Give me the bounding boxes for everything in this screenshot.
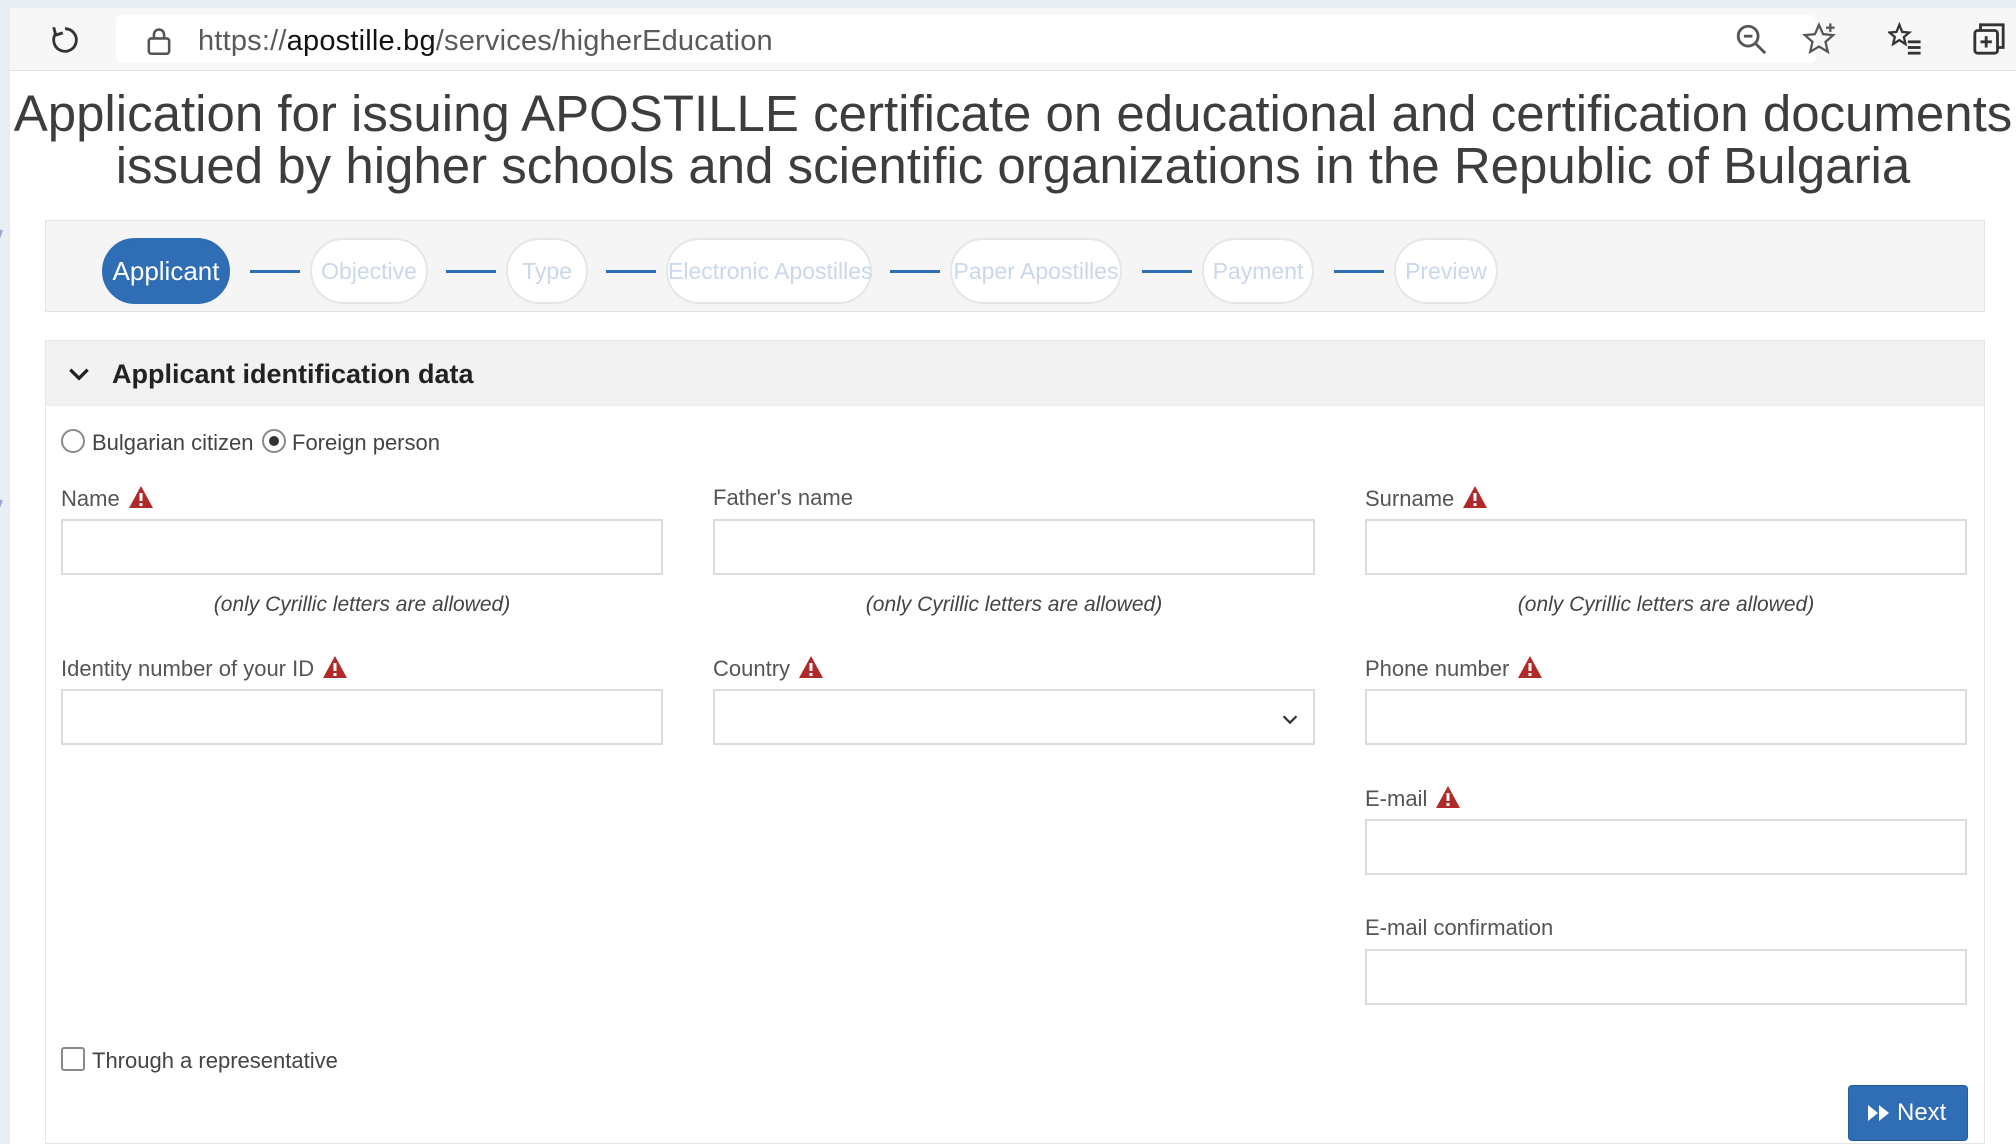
surname-field[interactable] [1365, 519, 1967, 575]
fathers-name-label: Father's name [713, 485, 853, 510]
next-button[interactable]: Next [1848, 1085, 1968, 1141]
panel-title: Applicant identification data [112, 359, 474, 389]
step-connector [890, 270, 940, 273]
url-prefix: https:// [198, 25, 287, 57]
surname-label: Surname [1365, 485, 1488, 512]
url-host: apostille.bg [286, 25, 436, 57]
step-connector [1142, 270, 1192, 273]
warning-icon [323, 656, 348, 678]
panel-header[interactable]: Applicant identification data [46, 341, 1984, 406]
applicant-identification-panel: Applicant identification data Bulgarian … [45, 340, 1985, 1144]
step-objective[interactable]: Objective [310, 238, 428, 304]
zoom-icon[interactable] [1734, 22, 1768, 56]
warning-icon [1463, 486, 1488, 508]
country-label: Country [713, 655, 824, 682]
url-text: https://apostille.bg/services/higherEduc… [198, 25, 773, 58]
radio-label-bulgarian-citizen[interactable]: Bulgarian citizen [92, 430, 253, 456]
step-connector [446, 270, 496, 273]
url-path: /services/higherEducation [435, 25, 773, 57]
decorative-line [0, 499, 3, 585]
star-icon[interactable] [1802, 22, 1836, 56]
fathers-name-field[interactable] [713, 519, 1315, 575]
name-label: Name [61, 485, 154, 512]
decorative-line [0, 229, 3, 353]
warning-icon [1518, 656, 1543, 678]
reload-icon[interactable] [48, 23, 82, 57]
email-confirmation-field[interactable] [1365, 949, 1967, 1005]
warning-icon [128, 486, 153, 508]
next-button-label: Next [1897, 1099, 1947, 1126]
step-applicant[interactable]: Applicant [102, 238, 230, 304]
chevron-down-icon [1282, 715, 1298, 725]
warning-icon [799, 656, 824, 678]
country-select[interactable] [713, 689, 1315, 745]
chevron-down-icon [69, 368, 89, 381]
email-field[interactable] [1365, 819, 1967, 875]
address-bar[interactable]: https://apostille.bg/services/higherEduc… [116, 15, 1816, 63]
phone-label-text: Phone number [1365, 656, 1510, 681]
step-electronic-apostilles[interactable]: Electronic Apostilles [666, 238, 873, 304]
name-field[interactable] [61, 519, 663, 575]
step-connector [250, 270, 300, 273]
radio-label-foreign-person[interactable]: Foreign person [292, 430, 440, 456]
fast-forward-icon [1868, 1105, 1889, 1121]
id-number-field[interactable] [61, 689, 663, 745]
id-number-label-text: Identity number of your ID [61, 656, 315, 681]
warning-icon [1436, 786, 1461, 808]
collections-icon[interactable] [1972, 22, 2006, 56]
id-number-label: Identity number of your ID [61, 655, 348, 682]
page-frame: https://apostille.bg/services/higherEduc… [10, 8, 2016, 1144]
phone-field[interactable] [1365, 689, 1967, 745]
radio-bulgarian-citizen[interactable] [61, 429, 85, 453]
email-confirmation-label: E-mail confirmation [1365, 915, 1554, 940]
name-label-text: Name [61, 486, 120, 511]
lock-icon [147, 28, 171, 55]
favorites-list-icon[interactable] [1888, 22, 1922, 56]
representative-checkbox[interactable] [61, 1047, 85, 1071]
step-connector [606, 270, 656, 273]
step-preview[interactable]: Preview [1394, 238, 1498, 304]
email-label-text: E-mail [1365, 786, 1428, 811]
surname-hint: (only Cyrillic letters are allowed) [1517, 593, 1815, 616]
name-hint: (only Cyrillic letters are allowed) [213, 593, 511, 616]
step-type[interactable]: Type [506, 238, 588, 304]
fathers-name-hint: (only Cyrillic letters are allowed) [865, 593, 1163, 616]
step-paper-apostilles[interactable]: Paper Apostilles [950, 238, 1122, 304]
progress-stepper: Applicant Objective Type Electronic Apos… [45, 220, 1985, 312]
page-title: Application for issuing APOSTILLE certif… [10, 88, 2016, 192]
browser-toolbar: https://apostille.bg/services/higherEduc… [10, 8, 2016, 71]
page-title-line1: Application for issuing APOSTILLE certif… [13, 85, 2013, 142]
phone-label: Phone number [1365, 655, 1543, 682]
surname-label-text: Surname [1365, 486, 1455, 511]
page-title-line2: issued by higher schools and scientific … [115, 137, 1911, 194]
step-payment[interactable]: Payment [1202, 238, 1314, 304]
radio-foreign-person[interactable] [262, 429, 286, 453]
representative-label[interactable]: Through a representative [92, 1048, 338, 1074]
step-connector [1334, 270, 1384, 273]
country-label-text: Country [713, 656, 791, 681]
email-label: E-mail [1365, 785, 1461, 812]
